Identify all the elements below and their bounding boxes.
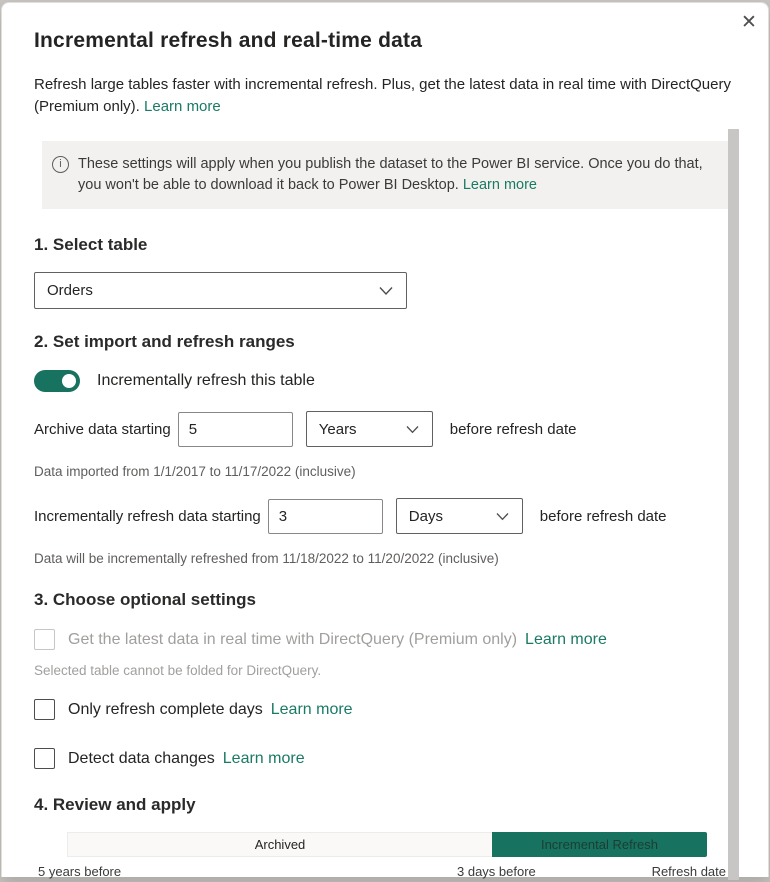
toggle-label: Incrementally refresh this table <box>97 372 315 390</box>
page-title: Incremental refresh and real-time data <box>34 29 736 53</box>
toggle-knob <box>62 374 76 388</box>
scrollbar-track[interactable] <box>728 3 739 880</box>
detect-changes-checkbox[interactable] <box>34 748 55 769</box>
refresh-unit-value: Days <box>409 508 443 525</box>
scrollbar-thumb[interactable] <box>728 129 739 880</box>
chevron-down-icon <box>379 282 393 299</box>
refresh-range-prefix: Incrementally refresh data starting <box>34 508 261 525</box>
complete-days-checkbox[interactable] <box>34 699 55 720</box>
directquery-note: Selected table cannot be folded for Dire… <box>34 663 736 678</box>
table-select-value: Orders <box>47 282 93 299</box>
close-icon[interactable]: ✕ <box>736 9 762 35</box>
archive-note: Data imported from 1/1/2017 to 11/17/202… <box>34 464 736 479</box>
chevron-down-icon <box>406 421 419 438</box>
refresh-note: Data will be incrementally refreshed fro… <box>34 551 736 566</box>
refresh-unit-select[interactable]: Days <box>396 498 523 534</box>
complete-days-learn-more-link[interactable]: Learn more <box>271 701 353 719</box>
chevron-down-icon <box>496 508 509 525</box>
intro-description: Refresh large tables faster with increme… <box>34 76 731 115</box>
section1-heading: 1. Select table <box>34 235 736 255</box>
archive-unit-select[interactable]: Years <box>306 411 433 447</box>
refresh-range-row: Incrementally refresh data starting Days… <box>34 498 736 534</box>
notice-text: These settings will apply when you publi… <box>78 154 713 196</box>
archive-value-input[interactable] <box>178 412 293 447</box>
refresh-policy-bar: Archived Incremental Refresh <box>67 832 707 857</box>
archived-segment: Archived <box>67 832 492 857</box>
archive-unit-value: Years <box>319 421 357 438</box>
incremental-refresh-segment: Incremental Refresh <box>492 832 707 857</box>
section3-heading: 3. Choose optional settings <box>34 590 736 610</box>
table-select[interactable]: Orders <box>34 272 407 309</box>
section2-heading: 2. Set import and refresh ranges <box>34 332 736 352</box>
archive-range-row: Archive data starting Years before refre… <box>34 411 736 447</box>
refresh-value-input[interactable] <box>268 499 383 534</box>
directquery-learn-more-link[interactable]: Learn more <box>525 631 607 649</box>
incremental-refresh-dialog: ✕ Incremental refresh and real-time data… <box>1 2 769 877</box>
publish-notice-banner: i These settings will apply when you pub… <box>42 141 729 209</box>
directquery-checkbox <box>34 629 55 650</box>
info-icon: i <box>52 156 69 173</box>
detect-changes-learn-more-link[interactable]: Learn more <box>223 750 305 768</box>
archive-range-suffix: before refresh date <box>450 421 577 438</box>
notice-description: These settings will apply when you publi… <box>78 156 703 193</box>
policy-bar-axis: 5 years before 3 days before Refresh dat… <box>34 864 736 882</box>
directquery-label: Get the latest data in real time with Di… <box>68 631 517 649</box>
archive-range-prefix: Archive data starting <box>34 421 171 438</box>
directquery-option-row: Get the latest data in real time with Di… <box>34 629 736 650</box>
refresh-range-suffix: before refresh date <box>540 508 667 525</box>
incremental-refresh-toggle[interactable] <box>34 370 80 392</box>
intro-text: Refresh large tables faster with increme… <box>34 74 736 118</box>
complete-days-label: Only refresh complete days <box>68 701 263 719</box>
detect-changes-label: Detect data changes <box>68 750 215 768</box>
complete-days-option-row: Only refresh complete days Learn more <box>34 699 736 720</box>
detect-changes-option-row: Detect data changes Learn more <box>34 748 736 769</box>
dialog-content: Incremental refresh and real-time data R… <box>2 29 768 882</box>
notice-learn-more-link[interactable]: Learn more <box>463 177 537 193</box>
intro-learn-more-link[interactable]: Learn more <box>144 98 221 115</box>
incremental-refresh-toggle-row: Incrementally refresh this table <box>34 370 736 392</box>
section4-heading: 4. Review and apply <box>34 795 736 815</box>
